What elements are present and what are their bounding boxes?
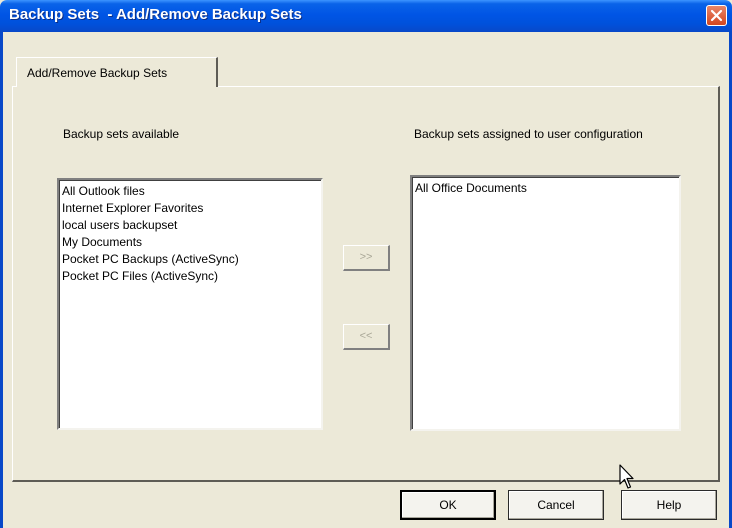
cancel-button[interactable]: Cancel: [508, 490, 604, 520]
add-backup-set-button[interactable]: >>: [343, 245, 390, 271]
remove-backup-set-button[interactable]: <<: [343, 324, 390, 350]
list-item[interactable]: All Office Documents: [415, 180, 679, 197]
list-item[interactable]: local users backupset: [62, 217, 321, 234]
list-item[interactable]: My Documents: [62, 234, 321, 251]
list-item[interactable]: Internet Explorer Favorites: [62, 200, 321, 217]
available-listbox[interactable]: All Outlook files Internet Explorer Favo…: [57, 178, 323, 430]
title-bar[interactable]: Backup Sets - Add/Remove Backup Sets: [0, 0, 732, 32]
list-item[interactable]: Pocket PC Files (ActiveSync): [62, 268, 321, 285]
assigned-heading: Backup sets assigned to user configurati…: [414, 127, 643, 141]
available-heading: Backup sets available: [63, 127, 180, 141]
tab-add-remove-backup-sets[interactable]: Add/Remove Backup Sets: [16, 57, 218, 87]
dialog-window: Backup Sets - Add/Remove Backup Sets Add…: [0, 0, 732, 528]
ok-button[interactable]: OK: [400, 490, 496, 520]
mouse-pointer-icon: [619, 464, 634, 489]
list-item[interactable]: All Outlook files: [62, 183, 321, 200]
window-frame-left: [0, 32, 3, 528]
assigned-listbox[interactable]: All Office Documents: [410, 175, 681, 431]
close-button[interactable]: [706, 5, 727, 26]
window-title: Backup Sets - Add/Remove Backup Sets: [9, 6, 302, 23]
list-item[interactable]: Pocket PC Backups (ActiveSync): [62, 251, 321, 268]
help-button[interactable]: Help: [621, 490, 717, 520]
close-icon: [710, 9, 723, 22]
tab-label: Add/Remove Backup Sets: [27, 66, 168, 80]
